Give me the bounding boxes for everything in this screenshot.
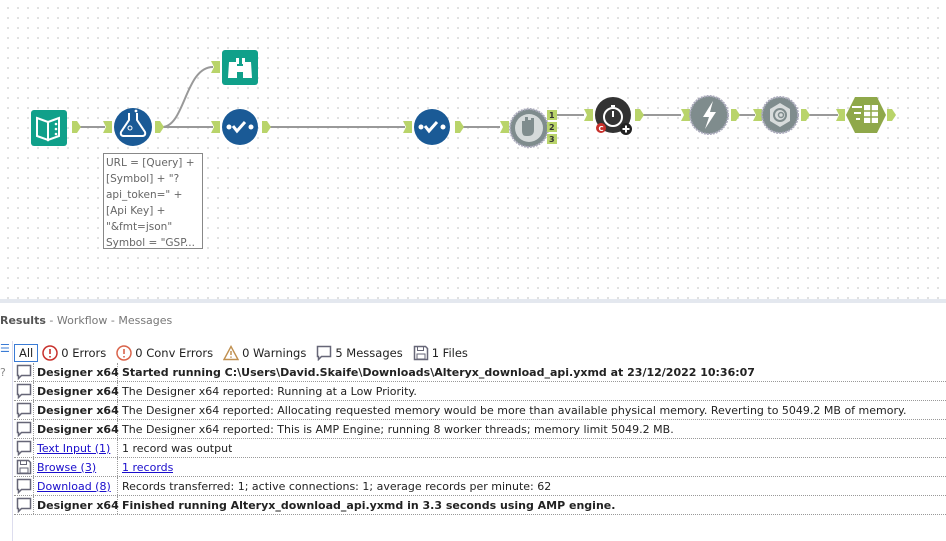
results-panel: Results - Workflow - Messages ☰ ? All 0 … xyxy=(0,303,946,541)
filter-tool-icon xyxy=(509,108,549,148)
json-parse-tool-icon xyxy=(761,96,799,134)
svg-text:3: 3 xyxy=(549,135,555,144)
filter-errors-button[interactable]: 0 Errors xyxy=(42,344,106,361)
save-file-icon xyxy=(413,345,428,360)
message-icon xyxy=(16,478,31,494)
results-header: Results - Workflow - Messages xyxy=(0,314,173,327)
svg-text:1: 1 xyxy=(549,111,555,120)
table-row[interactable]: Browse (3) 1 records xyxy=(14,458,946,477)
warning-icon xyxy=(223,344,240,360)
filter-messages-button[interactable]: 5 Messages xyxy=(316,345,403,361)
list-icon[interactable]: ☰ xyxy=(0,342,10,355)
message-icon xyxy=(16,421,31,437)
svg-text:2: 2 xyxy=(549,123,555,132)
filter-conv-errors-button[interactable]: 0 Conv Errors xyxy=(116,344,213,361)
text-input-tool-icon xyxy=(31,110,67,146)
filter-warnings-button[interactable]: 0 Warnings xyxy=(223,344,306,361)
message-icon xyxy=(16,364,31,380)
message-icon xyxy=(317,345,332,361)
help-icon[interactable]: ? xyxy=(0,366,6,379)
tool-link-download[interactable]: Download (8) xyxy=(37,480,111,493)
table-row[interactable]: Download (8) Records transferred: 1; acti… xyxy=(14,477,946,496)
svg-text:C: C xyxy=(599,125,604,133)
messages-table: Designer x64 Started running C:\Users\Dav… xyxy=(14,363,946,515)
tool-link-text-input[interactable]: Text Input (1) xyxy=(37,442,110,455)
connection xyxy=(161,66,214,128)
filter-output-anchors: 1 2 3 xyxy=(547,110,557,144)
timer-tool-icon: C xyxy=(595,97,632,135)
table-row[interactable]: Designer x64 The Designer x64 reported: A… xyxy=(14,401,946,420)
download-tool-icon xyxy=(689,95,729,135)
table-row[interactable]: Designer x64 The Designer x64 reported: T… xyxy=(14,420,946,439)
table-tool-icon xyxy=(846,97,886,133)
filter-all-button[interactable]: All xyxy=(14,343,39,362)
select-tool-icon xyxy=(222,109,258,145)
table-row[interactable]: Text Input (1) 1 record was output xyxy=(14,439,946,458)
message-icon xyxy=(16,402,31,418)
formula-tool-icon xyxy=(114,108,152,146)
records-link[interactable]: 1 records xyxy=(122,461,173,474)
message-icon xyxy=(16,497,31,513)
formula-annotation: URL = [Query] + [Symbol] + "? api_token=… xyxy=(103,153,203,249)
table-row[interactable]: Designer x64 Finished running Alteryx_dow… xyxy=(14,496,946,515)
error-icon xyxy=(42,344,59,361)
workflow-canvas[interactable]: 1 2 3 C URL = [Query] + [Symbol] + "? ap… xyxy=(0,0,946,300)
save-file-icon xyxy=(16,459,31,475)
message-icon xyxy=(16,383,31,399)
table-row[interactable]: Designer x64 Started running C:\Users\Dav… xyxy=(14,363,946,382)
results-sidebar: ☰ ? xyxy=(0,341,13,541)
conversion-error-icon xyxy=(116,344,133,361)
select-tool-icon xyxy=(414,109,450,145)
message-icon xyxy=(16,440,31,456)
table-row[interactable]: Designer x64 The Designer x64 reported: R… xyxy=(14,382,946,401)
filter-files-button[interactable]: 1 Files xyxy=(413,345,468,361)
tool-link-browse[interactable]: Browse (3) xyxy=(37,461,96,474)
browse-tool-icon xyxy=(222,50,258,85)
results-filter-toolbar: All 0 Errors 0 Conv Errors 0 Warnings 5 … xyxy=(14,343,478,362)
